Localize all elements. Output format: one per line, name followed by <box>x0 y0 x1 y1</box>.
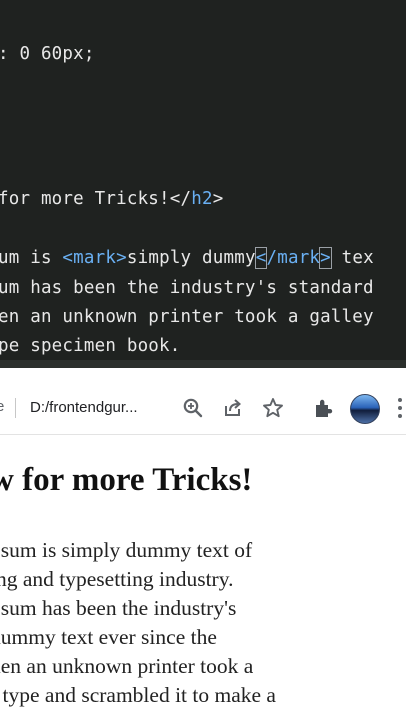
code-line-2[interactable]: for more Tricks!</h2> <box>0 189 224 209</box>
code-token: h2 <box>191 189 213 209</box>
code-token: < <box>62 248 74 268</box>
code-line-1[interactable]: : 0 60px; <box>0 44 95 64</box>
paragraph-line: f type and scrambled it to make a <box>0 683 276 707</box>
profile-avatar-icon[interactable] <box>350 394 380 424</box>
code-line-3[interactable]: um is <mark>simply dummy</mark> tex <box>0 247 374 269</box>
code-token: for more Tricks! <box>0 189 170 209</box>
code-line-6[interactable]: pe specimen book. <box>0 336 181 356</box>
code-token: pe specimen book. <box>0 336 181 356</box>
page-heading: w for more Tricks! <box>0 462 253 498</box>
address-bar[interactable]: D:/frontendgur... <box>30 399 138 416</box>
code-token: : 0 60px; <box>0 44 95 64</box>
rendered-page: w for more Tricks! psum is simply dummy … <box>0 434 406 720</box>
paragraph-line: hen an unknown printer took a <box>0 654 254 678</box>
browser-toolbar: e D:/frontendgur... <box>0 368 406 435</box>
editor-bottom-bar <box>0 360 406 368</box>
code-line-4[interactable]: um has been the industry's standard <box>0 278 374 298</box>
url-separator <box>15 398 16 418</box>
code-token: mark <box>277 248 321 268</box>
code-token: simply dummy <box>126 248 256 268</box>
kebab-menu-icon[interactable] <box>398 398 404 420</box>
share-icon[interactable] <box>222 397 244 419</box>
paragraph-line: dummy text ever since the <box>0 625 217 649</box>
code-token: um has been the industry's standard <box>0 278 374 298</box>
code-editor[interactable]: : 0 60px; for more Tricks!</h2> um is <m… <box>0 0 406 368</box>
url-prefix: e <box>0 398 5 415</box>
paragraph: psum is simply dummy text of ing and typ… <box>0 538 406 712</box>
code-token: > <box>319 247 332 269</box>
code-token: tex <box>330 248 374 268</box>
paragraph-line: psum is simply dummy text of <box>0 538 253 562</box>
code-token: < <box>254 247 268 269</box>
code-token: en an unknown printer took a galley <box>0 307 374 327</box>
paragraph-line: psum has been the industry's <box>0 596 237 620</box>
extensions-puzzle-icon[interactable] <box>312 397 334 419</box>
zoom-icon[interactable] <box>182 397 204 419</box>
code-token: um is <box>0 248 63 268</box>
paragraph-line: ing and typesetting industry. <box>0 567 234 591</box>
code-token: > <box>116 248 127 268</box>
code-token: mark <box>73 248 117 268</box>
bookmark-star-icon[interactable] <box>262 397 284 419</box>
code-token: </ <box>169 189 192 209</box>
code-token: > <box>212 189 224 209</box>
code-line-5[interactable]: en an unknown printer took a galley <box>0 307 374 327</box>
code-token: / <box>266 248 278 268</box>
